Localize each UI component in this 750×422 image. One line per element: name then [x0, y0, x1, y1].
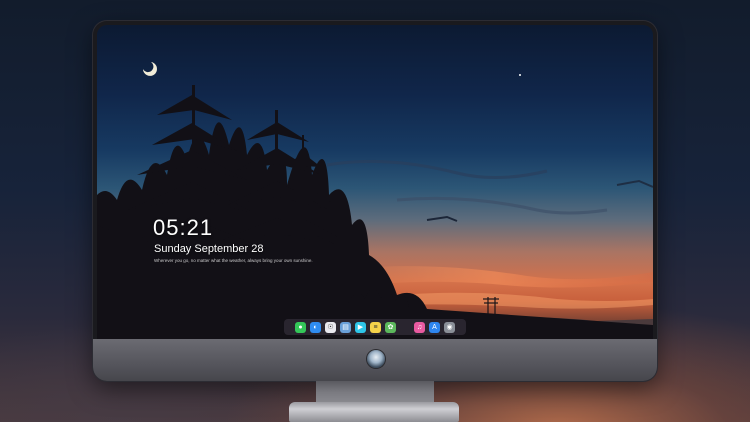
dock-app-0[interactable]: ● — [295, 321, 306, 333]
monitor-stand-neck — [316, 381, 434, 403]
dock-app-6[interactable]: ✿ — [385, 321, 396, 333]
safari-icon: ☉ — [327, 323, 334, 331]
lock-screen-tagline: Wherever you go, no matter what the weat… — [154, 258, 313, 263]
dock-app-9[interactable]: ◉ — [444, 321, 455, 333]
dock-app-8[interactable]: A — [429, 321, 440, 333]
dock-app-2[interactable]: ☉ — [325, 321, 336, 333]
app-store-icon: A — [432, 323, 437, 331]
lock-screen[interactable]: 05:21 Sunday September 28 Wherever you g… — [97, 25, 653, 339]
monitor: 05:21 Sunday September 28 Wherever you g… — [93, 21, 657, 381]
dock-app-1[interactable]: ◐ — [310, 321, 321, 333]
dock-app-4[interactable]: ▶ — [355, 321, 366, 333]
lock-screen-date: Sunday September 28 — [154, 243, 264, 255]
moon-shape — [143, 62, 157, 76]
camera-icon: ◉ — [446, 323, 453, 331]
preview-icon: ▤ — [342, 323, 349, 331]
messages-icon: ● — [298, 323, 303, 331]
brand-logo-icon — [367, 350, 385, 368]
dock: ● ◐ ☉ ▤ ▶ ≡ ✿ ♫ A ◉ — [284, 319, 466, 335]
video-icon: ▶ — [357, 323, 364, 331]
photos-icon: ✿ — [387, 323, 394, 331]
music-icon: ♫ — [416, 323, 423, 331]
notes-icon: ≡ — [373, 323, 378, 331]
wallpaper-scene — [97, 62, 653, 339]
dock-app-7[interactable]: ♫ — [414, 321, 425, 333]
monitor-stand-base — [289, 402, 459, 422]
finder-icon: ◐ — [313, 323, 318, 331]
dock-app-3[interactable]: ▤ — [340, 321, 351, 333]
lock-screen-time: 05:21 — [153, 215, 214, 240]
dock-app-5[interactable]: ≡ — [370, 321, 381, 333]
